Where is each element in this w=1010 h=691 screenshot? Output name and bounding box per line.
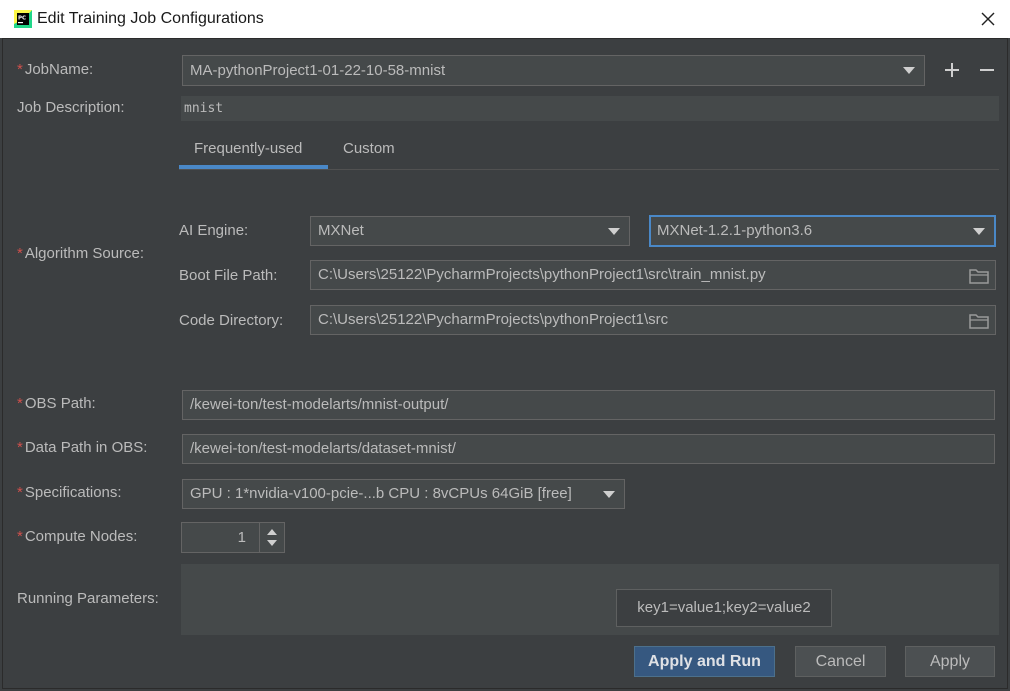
specifications-dropdown[interactable]: GPU : 1*nvidia-v100-pcie-...b CPU : 8vCP… bbox=[182, 479, 625, 509]
chevron-down-icon bbox=[603, 491, 615, 498]
specifications-label: * Specifications: bbox=[17, 484, 122, 501]
job-name-label: * JobName: bbox=[17, 61, 94, 78]
job-name-dropdown[interactable]: MA-pythonProject1-01-22-10-58-mnist bbox=[182, 55, 925, 86]
boot-file-value: C:\Users\25122\PycharmProjects\pythonPro… bbox=[318, 266, 766, 283]
engine-version-dropdown[interactable]: MXNet-1.2.1-python3.6 bbox=[649, 215, 996, 247]
specifications-value: GPU : 1*nvidia-v100-pcie-...b CPU : 8vCP… bbox=[190, 485, 572, 502]
ai-engine-dropdown[interactable]: MXNet bbox=[310, 216, 630, 246]
algorithm-source-label: * Algorithm Source: bbox=[17, 245, 145, 262]
cancel-button[interactable]: Cancel bbox=[795, 646, 886, 677]
compute-nodes-stepper[interactable]: 1 bbox=[181, 522, 285, 553]
folder-icon[interactable] bbox=[969, 268, 989, 284]
job-name-value: MA-pythonProject1-01-22-10-58-mnist bbox=[190, 62, 446, 79]
apply-and-run-button[interactable]: Apply and Run bbox=[634, 646, 775, 677]
running-parameters-hint: key1=value1;key2=value2 bbox=[616, 589, 832, 627]
job-description-label: Job Description: bbox=[17, 99, 125, 116]
ai-engine-value: MXNet bbox=[318, 222, 364, 239]
code-directory-label: Code Directory: bbox=[179, 312, 284, 329]
chevron-down-icon bbox=[973, 228, 985, 235]
boot-file-input[interactable]: C:\Users\25122\PycharmProjects\pythonPro… bbox=[310, 260, 996, 290]
data-path-input[interactable]: /kewei-ton/test-modelarts/dataset-mnist/ bbox=[182, 434, 995, 464]
obs-path-input[interactable]: /kewei-ton/test-modelarts/mnist-output/ bbox=[182, 390, 995, 420]
tab-divider bbox=[179, 169, 999, 170]
minus-icon[interactable] bbox=[979, 62, 995, 78]
apply-button[interactable]: Apply bbox=[905, 646, 995, 677]
stepper-buttons[interactable] bbox=[259, 523, 284, 552]
chevron-down-icon bbox=[903, 67, 915, 74]
svg-text:PC: PC bbox=[18, 16, 26, 22]
compute-nodes-value: 1 bbox=[237, 529, 246, 546]
compute-nodes-label: * Compute Nodes: bbox=[17, 528, 138, 545]
folder-icon[interactable] bbox=[969, 313, 989, 329]
code-directory-input[interactable]: C:\Users\25122\PycharmProjects\pythonPro… bbox=[310, 305, 996, 335]
tab-frequently-used[interactable]: Frequently-used bbox=[194, 140, 302, 158]
running-parameters-area[interactable]: key1=value1;key2=value2 bbox=[181, 564, 999, 635]
job-description-input[interactable]: mnist bbox=[181, 96, 999, 121]
code-directory-value: C:\Users\25122\PycharmProjects\pythonPro… bbox=[318, 311, 669, 328]
chevron-down-icon bbox=[608, 228, 620, 235]
boot-file-label: Boot File Path: bbox=[179, 267, 278, 284]
title-bar: PC Edit Training Job Configurations bbox=[0, 0, 1010, 38]
chevron-down-icon[interactable] bbox=[266, 539, 278, 547]
plus-icon[interactable] bbox=[944, 62, 960, 78]
dialog-body: * JobName: MA-pythonProject1-01-22-10-58-… bbox=[2, 38, 1008, 689]
pycharm-icon: PC bbox=[14, 10, 32, 28]
window-title: Edit Training Job Configurations bbox=[37, 10, 264, 27]
obs-path-label: * OBS Path: bbox=[17, 395, 96, 412]
data-path-label: * Data Path in OBS: bbox=[17, 439, 148, 456]
engine-version-value: MXNet-1.2.1-python3.6 bbox=[657, 222, 813, 239]
running-parameters-label: Running Parameters: bbox=[17, 590, 159, 607]
ai-engine-label: AI Engine: bbox=[179, 222, 249, 239]
close-icon[interactable] bbox=[978, 9, 998, 29]
tab-custom[interactable]: Custom bbox=[343, 140, 395, 158]
chevron-up-icon[interactable] bbox=[266, 528, 278, 536]
